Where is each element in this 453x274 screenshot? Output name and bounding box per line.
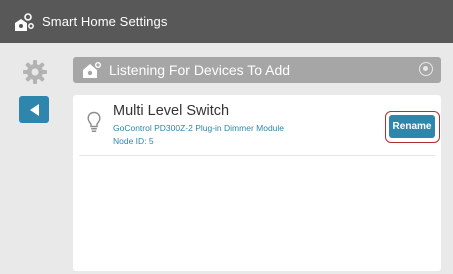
rename-button[interactable]: Rename: [389, 115, 435, 138]
title-bar: Smart Home Settings: [0, 0, 453, 43]
device-node-id: Node ID: 5: [113, 136, 154, 146]
light-bulb-icon: [87, 111, 101, 132]
app-title: Smart Home Settings: [42, 14, 168, 29]
gear-icon[interactable]: [22, 59, 48, 85]
rename-highlight: Rename: [385, 111, 440, 143]
left-rail: [0, 43, 68, 274]
device-model: GoControl PD300Z-2 Plug-in Dimmer Module: [113, 123, 285, 133]
listening-header: Listening For Devices To Add: [73, 57, 441, 83]
add-device-icon: [83, 62, 101, 78]
device-row: Multi Level Switch GoControl PD300Z-2 Pl…: [79, 95, 440, 156]
header-label: Listening For Devices To Add: [109, 62, 291, 78]
back-arrow-icon: [30, 103, 39, 116]
device-list-panel: Multi Level Switch GoControl PD300Z-2 Pl…: [73, 95, 441, 271]
back-button[interactable]: [19, 96, 49, 123]
device-name: Multi Level Switch: [113, 103, 230, 119]
smart-home-logo-icon: [15, 12, 34, 31]
listening-indicator-icon: [419, 62, 433, 76]
